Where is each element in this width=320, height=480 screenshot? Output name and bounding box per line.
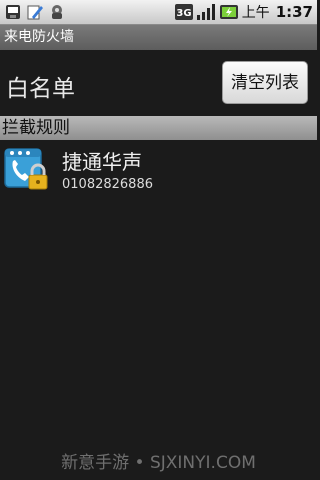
- ampm-label: 上午: [241, 5, 270, 21]
- list-item[interactable]: 捷通华声 01082826886: [0, 142, 317, 196]
- clock: 1:37: [275, 3, 313, 21]
- edit-icon: [26, 3, 44, 21]
- network-label: 3G: [176, 8, 191, 19]
- app-title: 来电防火墙: [0, 25, 317, 50]
- battery-charging-icon: [219, 3, 239, 21]
- clear-list-button[interactable]: 清空列表: [222, 61, 308, 104]
- status-bar: 3G 上午 1:37: [0, 0, 317, 25]
- contact-name: 捷通华声: [62, 150, 142, 174]
- system-icons: 3G 上午 1:37: [174, 2, 313, 22]
- debug-icon: [48, 3, 66, 21]
- signal-icon: [196, 3, 216, 21]
- contact-number: 01082826886: [62, 177, 153, 192]
- header-row: 白名单 清空列表: [0, 54, 317, 112]
- watermark: 新意手游 • SJXINYI.COM: [61, 453, 256, 473]
- sd-card-icon: [4, 3, 22, 21]
- page-title: 白名单: [6, 76, 75, 102]
- notification-icons: [4, 2, 66, 22]
- section-header-block-rules[interactable]: 拦截规则: [0, 116, 317, 140]
- phone-lock-icon: [3, 145, 51, 193]
- network-3g-icon: 3G: [174, 3, 193, 21]
- screen: 3G 上午 1:37 来电防火墙 白名单 清空列表 拦截规则 捷通华声 0108…: [0, 0, 317, 480]
